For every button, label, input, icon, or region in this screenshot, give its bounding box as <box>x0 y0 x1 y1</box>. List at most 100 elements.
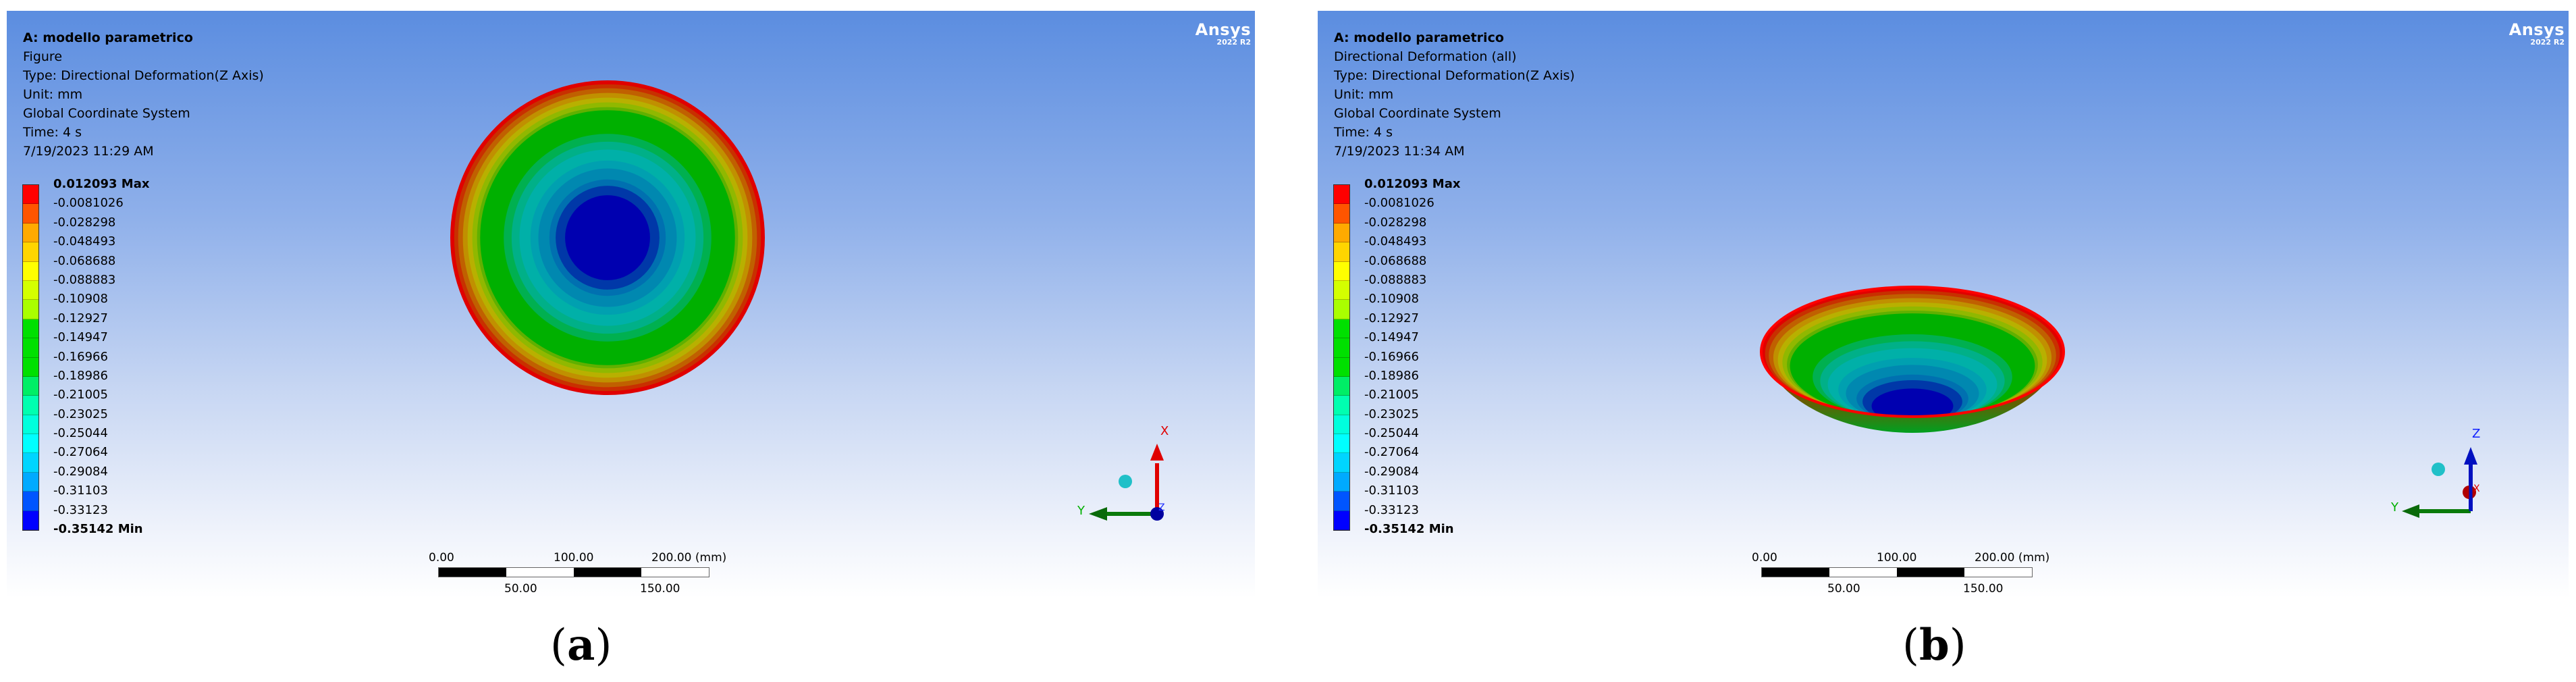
scale-label-0: 0.00 <box>429 551 454 565</box>
legend-value: -0.18986 <box>1364 368 1419 383</box>
legend-band <box>23 223 38 243</box>
legend-band <box>23 338 38 358</box>
legend-band <box>23 319 38 339</box>
legend-value: -0.088883 <box>53 272 116 287</box>
legend-value: -0.088883 <box>1364 272 1427 287</box>
legend-band <box>1334 434 1349 454</box>
x-arrowhead-icon <box>1150 444 1164 461</box>
caption-paren: ) <box>595 621 612 671</box>
coordinate-triad[interactable]: Z Y X <box>2390 427 2480 518</box>
coordinate-triad[interactable]: X Y Z <box>1077 424 1169 521</box>
result-date: 7/19/2023 11:29 AM <box>23 144 154 159</box>
legend-band <box>23 185 38 205</box>
legend-value: -0.25044 <box>1364 426 1419 441</box>
z-arrowhead-icon <box>2464 447 2477 465</box>
coordinate-system: Global Coordinate System <box>23 106 190 121</box>
legend-band <box>23 242 38 262</box>
legend-value: -0.10908 <box>53 292 108 307</box>
legend-value: -0.14947 <box>1364 330 1419 345</box>
legend-value: -0.028298 <box>1364 215 1427 230</box>
scale-label-150: 150.00 <box>640 582 680 596</box>
legend-value: 0.012093 Max <box>53 177 150 191</box>
result-name: Figure <box>23 49 63 64</box>
triad-label-left: Y <box>1077 504 1085 518</box>
legend-color-bar <box>1333 184 1350 531</box>
legend-value: -0.048493 <box>1364 234 1427 249</box>
legend-band <box>23 280 38 300</box>
triad-label-center: X <box>2473 483 2480 494</box>
scale-label-200: 200.00 (mm) <box>1975 551 2050 565</box>
legend-band <box>1334 280 1349 300</box>
legend-value: -0.35142 Min <box>53 522 143 537</box>
legend-band <box>1334 492 1349 511</box>
legend-value: -0.18986 <box>53 368 108 383</box>
legend-band <box>1334 472 1349 492</box>
legend-value: -0.23025 <box>53 406 108 421</box>
legend-value: -0.16966 <box>1364 349 1419 364</box>
viewport-panel-b[interactable]: Z Y X A: modello parametrico Directional… <box>1318 11 2569 598</box>
iso-view-ball-icon[interactable] <box>2432 463 2445 476</box>
result-name: Directional Deformation (all) <box>1334 49 1517 64</box>
legend-band <box>23 204 38 224</box>
legend-band <box>1334 300 1349 319</box>
result-type: Type: Directional Deformation(Z Axis) <box>1334 68 1575 83</box>
result-type: Type: Directional Deformation(Z Axis) <box>23 68 264 83</box>
caption-letter: b <box>1918 620 1950 671</box>
caption-letter: a <box>566 620 595 671</box>
legend-band <box>1334 357 1349 377</box>
legend-labels: 0.012093 Max -0.0081026 -0.028298 -0.048493… <box>1364 175 1460 539</box>
legend-band <box>23 510 38 531</box>
scale-label-150: 150.00 <box>1963 582 2004 596</box>
legend-value: -0.23025 <box>1364 406 1419 421</box>
legend-value: -0.33123 <box>1364 502 1419 517</box>
result-time: Time: 4 s <box>23 125 82 140</box>
scale-bar-graphic <box>438 567 709 577</box>
legend-band <box>1334 223 1349 243</box>
legend-band <box>23 376 38 396</box>
legend-labels: 0.012093 Max -0.0081026 -0.028298 -0.048493… <box>53 175 149 539</box>
iso-view-ball-icon[interactable] <box>1119 475 1132 488</box>
legend-band <box>23 300 38 319</box>
legend-band <box>1334 261 1349 281</box>
caption-a: (a) <box>550 620 612 671</box>
scale-label-50: 50.00 <box>504 582 537 596</box>
ansys-logo: Ansys 2022 R2 <box>2509 22 2565 47</box>
logo-version: 2022 R2 <box>2530 38 2565 47</box>
legend-value: -0.33123 <box>53 502 108 517</box>
legend-band <box>1334 319 1349 339</box>
legend-value: -0.14947 <box>53 330 108 345</box>
legend-value: -0.12927 <box>1364 311 1419 325</box>
y-arrowhead-icon <box>1089 507 1107 521</box>
viewport-panel-a[interactable]: X Y Z A: modello parametrico Figure Type… <box>7 11 1255 598</box>
legend-value: -0.0081026 <box>1364 196 1434 211</box>
scale-label-0: 0.00 <box>1752 551 1777 565</box>
result-info: A: modello parametrico Figure Type: Dire… <box>23 28 264 161</box>
legend-band <box>1334 185 1349 205</box>
result-unit: Unit: mm <box>1334 87 1394 102</box>
legend-value: -0.028298 <box>53 215 116 230</box>
disk-contour-plot <box>450 80 765 395</box>
triad-label-center: Z <box>1158 502 1165 513</box>
model-title: A: modello parametrico <box>1334 30 1504 45</box>
legend-band <box>23 415 38 435</box>
legend-value: -0.27064 <box>53 445 108 460</box>
scale-bar: 0.00 100.00 200.00 (mm) 50.00 150.00 <box>1752 551 2049 598</box>
legend-band <box>23 492 38 511</box>
legend-value: -0.068688 <box>53 253 116 268</box>
triad-label-up: Z <box>2472 427 2480 441</box>
legend-value: -0.10908 <box>1364 292 1419 307</box>
caption-b: (b) <box>1902 620 1966 671</box>
logo-brand: Ansys <box>1195 20 1251 39</box>
legend-value: -0.16966 <box>53 349 108 364</box>
legend-band <box>23 357 38 377</box>
triad-label-left: Y <box>2390 500 2399 515</box>
legend-value: -0.21005 <box>53 388 108 402</box>
legend-band <box>1334 510 1349 531</box>
legend-color-bar <box>22 184 39 531</box>
legend-band <box>1334 242 1349 262</box>
result-info: A: modello parametrico Directional Defor… <box>1334 28 1575 161</box>
legend-band <box>23 453 38 473</box>
scale-bar: 0.00 100.00 200.00 (mm) 50.00 150.00 <box>429 551 726 598</box>
legend-band <box>1334 453 1349 473</box>
caption-paren: ) <box>1949 621 1966 671</box>
